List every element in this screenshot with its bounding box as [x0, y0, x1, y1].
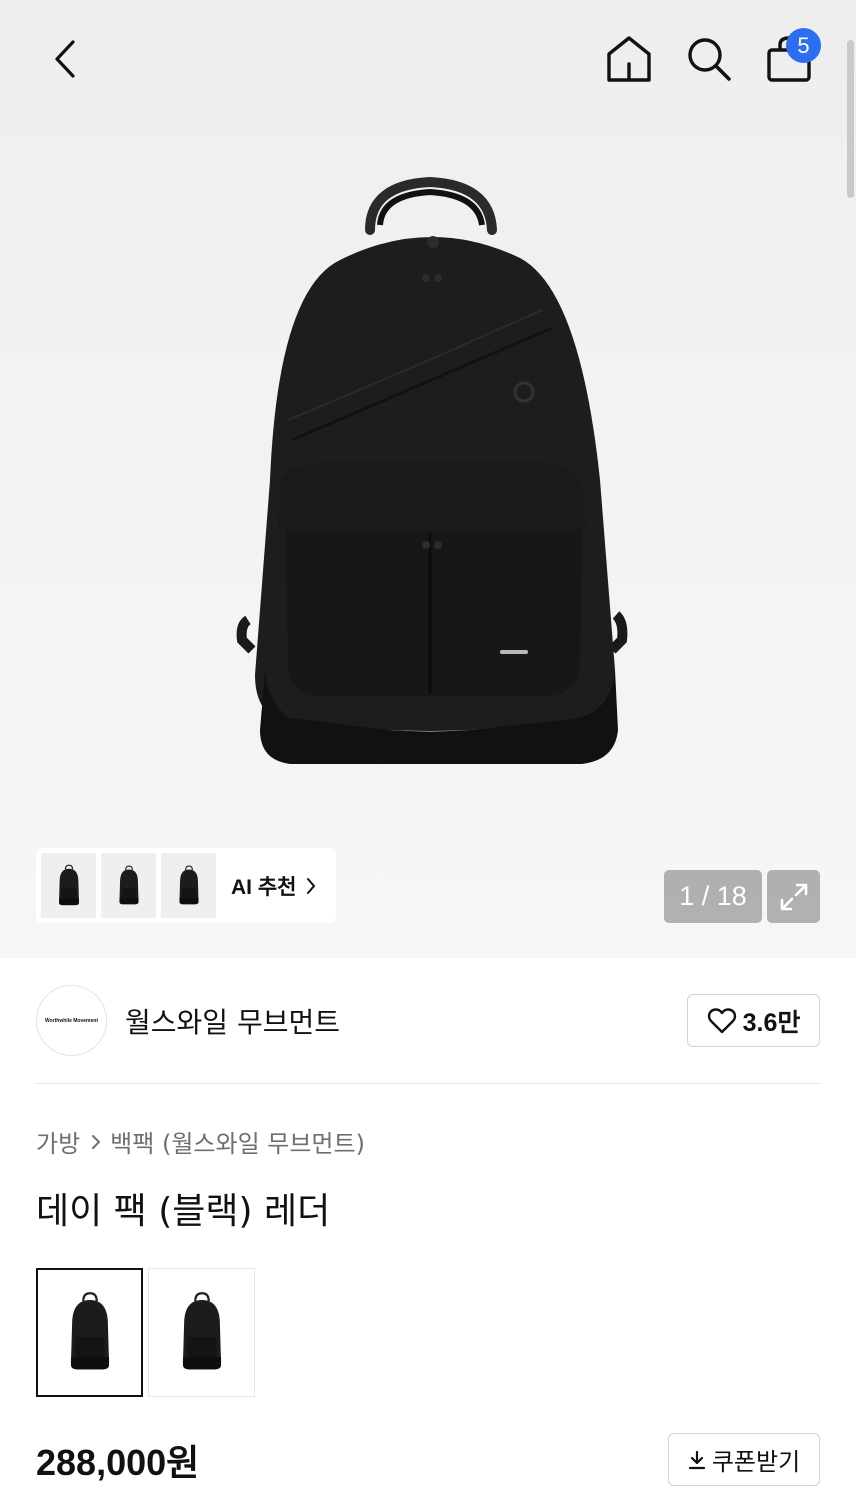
top-navigation-bar: 5 [0, 0, 856, 120]
expand-icon [780, 883, 807, 910]
ai-recommendation-thumbnail[interactable] [101, 853, 156, 918]
color-variant-selector [36, 1268, 260, 1397]
cart-count-badge: 5 [786, 28, 821, 63]
brand-logo[interactable]: Worthwhile Movement [36, 985, 107, 1056]
breadcrumb: 가방 백팩 (월스와일 무브먼트) [36, 1124, 365, 1159]
breadcrumb-subcategory[interactable]: 백팩 (월스와일 무브먼트) [110, 1124, 365, 1159]
heart-icon [707, 1007, 736, 1033]
coupon-button[interactable]: 쿠폰받기 [668, 1433, 820, 1486]
home-icon [607, 36, 651, 82]
chevron-right-icon [91, 1134, 101, 1150]
ai-recommendation-label: AI 추천 [231, 875, 297, 899]
chevron-right-icon [307, 877, 316, 894]
variant-image [62, 1291, 118, 1375]
ai-recommendation-strip[interactable]: AI 추천 [36, 848, 336, 923]
ai-recommendation-thumbnail[interactable] [161, 853, 216, 918]
home-button[interactable] [600, 30, 658, 88]
variant-image [174, 1291, 230, 1375]
coupon-label: 쿠폰받기 [711, 1448, 801, 1476]
like-count: 3.6만 [742, 1008, 801, 1037]
product-gallery[interactable]: 5 AI 추천 1 / 18 [0, 0, 856, 958]
back-button[interactable] [36, 34, 92, 84]
ai-recommendation-link[interactable]: AI 추천 [231, 871, 316, 901]
download-icon [688, 1450, 706, 1470]
like-button[interactable]: 3.6만 [687, 994, 820, 1047]
expand-button[interactable] [767, 870, 820, 923]
search-button[interactable] [680, 30, 738, 88]
variant-thumbnail[interactable] [148, 1268, 255, 1397]
ai-recommendation-thumbnail[interactable] [41, 853, 96, 918]
chevron-left-icon [55, 40, 75, 78]
breadcrumb-category[interactable]: 가방 [36, 1124, 80, 1159]
product-title: 데이 팩 (블랙) 레더 [36, 1191, 331, 1232]
variant-thumbnail-selected[interactable] [36, 1268, 143, 1397]
image-counter: 1 / 18 [664, 870, 762, 923]
divider [36, 1083, 820, 1084]
product-price: 288,000원 [36, 1442, 200, 1483]
brand-row: Worthwhile Movement 월스와일 무브먼트 3.6만 [36, 985, 820, 1059]
product-image [236, 176, 628, 764]
brand-logo-text: Worthwhile Movement [45, 1017, 98, 1024]
brand-name[interactable]: 월스와일 무브먼트 [125, 1001, 340, 1041]
search-icon [688, 38, 731, 81]
